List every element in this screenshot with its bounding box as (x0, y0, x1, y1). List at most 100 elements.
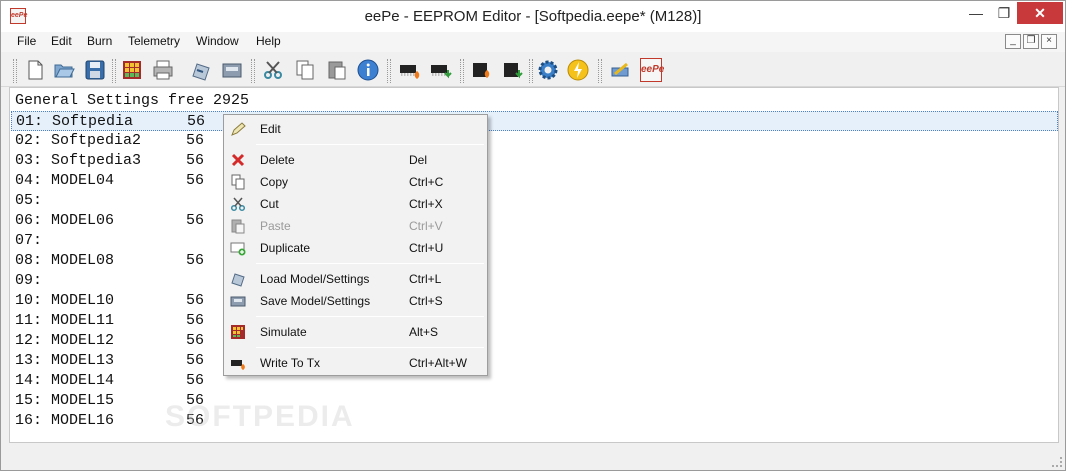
save-model-icon (230, 293, 246, 309)
model-row[interactable]: 06: MODEL06 56 (11, 211, 1058, 231)
new-file-icon[interactable] (23, 58, 47, 82)
toolbar-grip[interactable] (13, 59, 17, 83)
context-menu: Edit Delete Del Copy Ctrl+C Cut Ctrl+X P… (223, 114, 488, 376)
model-name: 16: MODEL16 (15, 412, 115, 429)
copy-icon[interactable] (293, 58, 317, 82)
model-size: 56 (186, 372, 205, 389)
menu-burn[interactable]: Burn (87, 34, 112, 48)
model-row[interactable]: 13: MODEL13 56 (11, 351, 1058, 371)
model-name: 09: (15, 272, 43, 289)
model-name: 06: MODEL06 (15, 212, 115, 229)
save-model-icon[interactable] (220, 58, 244, 82)
model-row[interactable]: 09: (11, 271, 1058, 291)
menu-file[interactable]: File (17, 34, 36, 48)
ctx-cut[interactable]: Cut Ctrl+X (226, 193, 485, 215)
ctx-delete[interactable]: Delete Del (226, 149, 485, 171)
cut-icon[interactable] (261, 58, 285, 82)
model-size: 56 (186, 132, 205, 149)
toolbar-separator (112, 59, 116, 83)
menu-edit[interactable]: Edit (51, 34, 72, 48)
toolbar: eePe (1, 53, 1065, 87)
ctx-load-model[interactable]: Load Model/Settings Ctrl+L (226, 268, 485, 290)
title-bar[interactable]: eePe eePe - EEPROM Editor - [Softpedia.e… (1, 1, 1065, 32)
model-row[interactable]: 11: MODEL11 56 (11, 311, 1058, 331)
info-icon[interactable] (356, 58, 380, 82)
model-size: 56 (186, 292, 205, 309)
maximize-button[interactable]: ❐ (991, 2, 1017, 24)
print-icon[interactable] (151, 58, 175, 82)
model-row[interactable]: 14: MODEL14 56 (11, 371, 1058, 391)
save-disk-icon[interactable] (83, 58, 107, 82)
write-flash-icon[interactable] (469, 58, 493, 82)
ctx-edit[interactable]: Edit (226, 118, 485, 140)
read-flash-icon[interactable] (500, 58, 524, 82)
toolbar-separator (460, 59, 464, 83)
customize-icon[interactable] (609, 58, 633, 82)
model-name: 05: (15, 192, 43, 209)
close-button[interactable]: ✕ (1017, 2, 1063, 24)
delete-icon (230, 152, 246, 168)
model-row[interactable]: 12: MODEL12 56 (11, 331, 1058, 351)
model-name: 14: MODEL14 (15, 372, 115, 389)
paste-icon[interactable] (325, 58, 349, 82)
ctx-copy[interactable]: Copy Ctrl+C (226, 171, 485, 193)
model-row[interactable]: 08: MODEL08 56 (11, 251, 1058, 271)
model-row[interactable]: 10: MODEL10 56 (11, 291, 1058, 311)
watermark: SOFTPEDIA (165, 400, 355, 433)
model-list-panel[interactable]: General Settings free 2925 01: Softpedia… (9, 87, 1059, 443)
write-to-tx-icon[interactable] (398, 58, 422, 82)
model-size: 56 (186, 332, 205, 349)
menu-separator (256, 263, 484, 264)
resize-grip[interactable] (1052, 457, 1062, 467)
mdi-close-button[interactable]: × (1041, 34, 1057, 49)
minimize-button[interactable]: — (963, 2, 989, 24)
settings-gear-icon[interactable] (536, 58, 560, 82)
model-name: 15: MODEL15 (15, 392, 115, 409)
model-size: 56 (187, 113, 206, 130)
status-bar (1, 449, 1065, 470)
menu-telemetry[interactable]: Telemetry (128, 34, 180, 48)
mdi-restore-button[interactable]: ❐ (1023, 34, 1039, 49)
load-model-icon (230, 271, 246, 287)
menu-window[interactable]: Window (196, 34, 239, 48)
model-row[interactable]: 01: Softpedia 56 (11, 111, 1058, 131)
ctx-simulate[interactable]: Simulate Alt+S (226, 321, 485, 343)
model-size: 56 (186, 252, 205, 269)
model-name: 08: MODEL08 (15, 252, 115, 269)
cut-icon (230, 196, 246, 212)
model-size: 56 (186, 352, 205, 369)
menu-separator (256, 347, 484, 348)
simulate-icon[interactable] (120, 58, 144, 82)
model-row[interactable]: 03: Softpedia3 56 (11, 151, 1058, 171)
paste-icon (230, 218, 246, 234)
menu-separator (256, 316, 484, 317)
eepe-logo-icon[interactable]: eePe (640, 58, 664, 82)
toolbar-separator (387, 59, 391, 83)
model-name: 01: Softpedia (16, 113, 134, 130)
model-row[interactable]: 02: Softpedia2 56 (11, 131, 1058, 151)
menu-separator (256, 144, 484, 145)
vertical-scrollbar[interactable] (1059, 87, 1065, 443)
ctx-write-to-tx[interactable]: Write To Tx Ctrl+Alt+W (226, 352, 485, 374)
model-row[interactable]: 05: (11, 191, 1058, 211)
model-name: 11: MODEL11 (15, 312, 115, 329)
ctx-duplicate[interactable]: Duplicate Ctrl+U (226, 237, 485, 259)
ctx-save-model[interactable]: Save Model/Settings Ctrl+S (226, 290, 485, 312)
model-row[interactable]: 04: MODEL04 56 (11, 171, 1058, 191)
read-from-tx-icon[interactable] (429, 58, 453, 82)
model-size: 56 (186, 152, 205, 169)
app-window: eePe eePe - EEPROM Editor - [Softpedia.e… (0, 0, 1066, 471)
load-model-icon[interactable] (189, 58, 213, 82)
model-size: 56 (186, 172, 205, 189)
model-name: 12: MODEL12 (15, 332, 115, 349)
copy-icon (230, 174, 246, 190)
write-to-tx-icon (230, 355, 246, 371)
general-settings-row[interactable]: General Settings free 2925 (15, 92, 249, 109)
open-folder-icon[interactable] (52, 58, 76, 82)
burn-config-icon[interactable] (566, 58, 590, 82)
model-size: 56 (186, 212, 205, 229)
mdi-minimize-button[interactable]: _ (1005, 34, 1021, 49)
duplicate-icon (230, 240, 246, 256)
menu-help[interactable]: Help (256, 34, 281, 48)
model-row[interactable]: 07: (11, 231, 1058, 251)
